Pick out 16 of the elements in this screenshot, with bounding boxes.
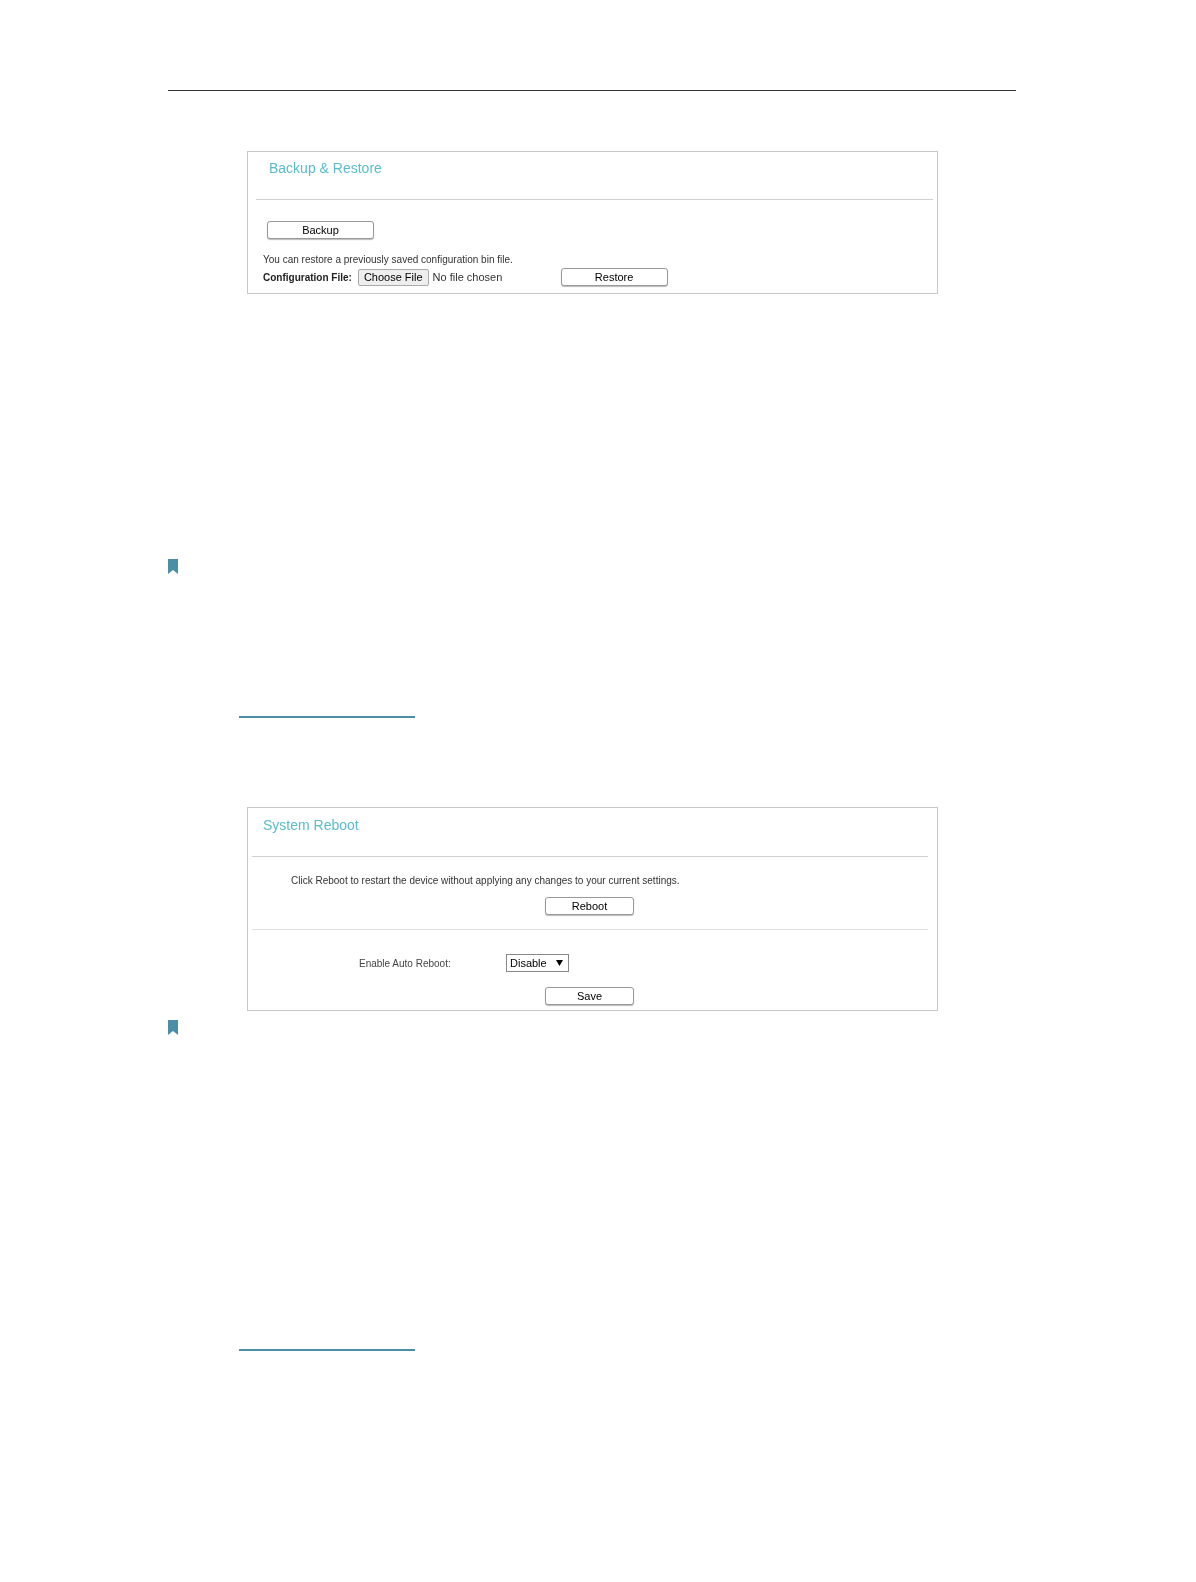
panel-title: Backup & Restore <box>268 159 383 178</box>
file-status: No file chosen <box>432 271 504 283</box>
save-button[interactable]: Save <box>545 987 634 1005</box>
choose-file-button[interactable]: Choose File <box>357 268 429 286</box>
field-label: Configuration File: <box>263 271 352 283</box>
restore-hint: You can restore a previously saved configuration bin file. <box>262 253 514 265</box>
auto-reboot-select[interactable]: Disable <box>506 954 569 972</box>
field-label: Enable Auto Reboot: <box>359 957 452 969</box>
bookmark-icon <box>168 559 178 574</box>
restore-button[interactable]: Restore <box>560 268 668 286</box>
reboot-button[interactable]: Reboot <box>545 897 634 915</box>
backup-button[interactable]: Backup <box>267 221 374 239</box>
bookmark-icon <box>168 1020 178 1035</box>
caret-icon <box>556 960 563 966</box>
reboot-hint: Click Reboot to restart the device without applying any changes to your current settings. <box>290 874 681 886</box>
panel-title: System Reboot <box>262 816 360 835</box>
